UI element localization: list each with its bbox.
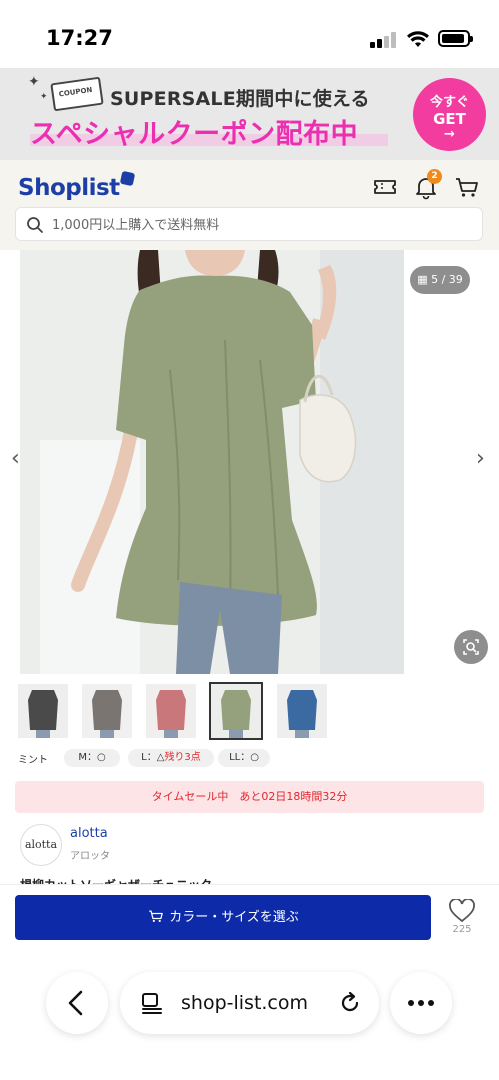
thumbnail-charcoal[interactable]: [18, 684, 68, 738]
sparkle-icon: ✦: [40, 92, 48, 102]
search-input[interactable]: [52, 214, 472, 236]
browser-url: shop-list.com: [181, 992, 309, 1014]
grid-icon: ▦: [417, 273, 432, 286]
photo-counter-text: 5 / 39: [431, 273, 463, 286]
thumbnail-mint-selected[interactable]: [209, 682, 263, 740]
thumbnail-gray[interactable]: [82, 684, 132, 738]
promo-headline: SUPERSALE期間中に使える: [110, 88, 370, 110]
thumbnail-blue[interactable]: [277, 684, 327, 738]
coupon-ticket-label: COUPON: [58, 85, 93, 99]
logo-badge-icon: [119, 170, 135, 187]
brand-logo[interactable]: alotta: [20, 824, 62, 866]
brand-kana: アロッタ: [70, 851, 110, 862]
product-photo[interactable]: [20, 250, 404, 674]
thumbnail-image: [277, 684, 327, 738]
gallery-next-button[interactable]: ›: [476, 448, 485, 470]
coupon-icon[interactable]: [372, 174, 398, 200]
coupon-ticket-icon: COUPON: [50, 76, 104, 112]
heart-icon: [449, 898, 475, 923]
thumbnail-image: [211, 684, 261, 738]
thumbnail-image: [82, 684, 132, 738]
cart-icon: [149, 910, 163, 923]
browser-more-button[interactable]: [390, 972, 452, 1034]
cta-line1: 今すぐ: [429, 95, 469, 110]
product-gallery[interactable]: [0, 250, 499, 674]
select-button-label: カラー・サイズを選ぶ: [169, 910, 299, 925]
sticky-buy-bar: カラー・サイズを選ぶ 225: [0, 884, 499, 944]
size-label: LL：○: [229, 752, 259, 763]
model-tunic-image: [20, 250, 404, 674]
sparkle-icon: ✦: [28, 74, 40, 90]
brand-name-link[interactable]: alotta: [70, 826, 108, 841]
low-stock-label: 残り3点: [164, 752, 201, 763]
cta-arrow-icon: →: [444, 127, 455, 142]
browser-address-bar[interactable]: shop-list.com: [120, 972, 379, 1034]
chevron-left-icon: [68, 990, 83, 1016]
size-option-m[interactable]: M：○: [64, 749, 120, 767]
photo-counter: ▦ 5 / 39: [410, 266, 470, 294]
get-coupon-button[interactable]: 今すぐ GET →: [413, 78, 486, 151]
thumbnail-pink[interactable]: [146, 684, 196, 738]
favorite-button[interactable]: 225: [447, 898, 477, 939]
size-label: M：○: [78, 752, 106, 763]
thumbnail-image: [18, 684, 68, 738]
wifi-icon: [407, 31, 429, 47]
promo-subheadline: スペシャルクーポン配布中: [30, 119, 359, 150]
favorite-count: 225: [452, 924, 472, 935]
size-option-l[interactable]: L：△残り3点: [128, 749, 214, 767]
cellular-signal-icon: [370, 32, 398, 48]
gallery-prev-button[interactable]: ‹: [11, 448, 20, 470]
status-time: 17:27: [46, 26, 113, 50]
search-icon: [27, 217, 43, 233]
status-bar: 17:27: [0, 0, 499, 68]
site-header: Shoplist: [0, 160, 499, 250]
timesale-banner: タイムセール中 あと02日18時間32分: [15, 781, 484, 813]
search-bar[interactable]: [15, 207, 483, 241]
cta-line2: GET: [433, 110, 466, 128]
thumbnail-image: [146, 684, 196, 738]
notification-count-badge: 2: [427, 169, 442, 184]
browser-back-button[interactable]: [46, 972, 108, 1034]
select-color-size-button[interactable]: カラー・サイズを選ぶ: [15, 895, 431, 940]
shoplist-logo[interactable]: Shoplist: [18, 170, 135, 201]
reload-icon[interactable]: [338, 991, 362, 1015]
page-menu-icon: [142, 993, 162, 1014]
cart-icon[interactable]: [454, 174, 480, 200]
more-dots-icon: [408, 1000, 434, 1006]
selected-color-name: ミント: [18, 755, 48, 766]
logo-text: Shoplist: [18, 175, 120, 201]
battery-icon: [438, 30, 473, 47]
image-search-icon: [463, 639, 479, 655]
size-label: L：△: [141, 752, 165, 763]
image-search-button[interactable]: [454, 630, 488, 664]
size-option-ll[interactable]: LL：○: [218, 749, 270, 767]
